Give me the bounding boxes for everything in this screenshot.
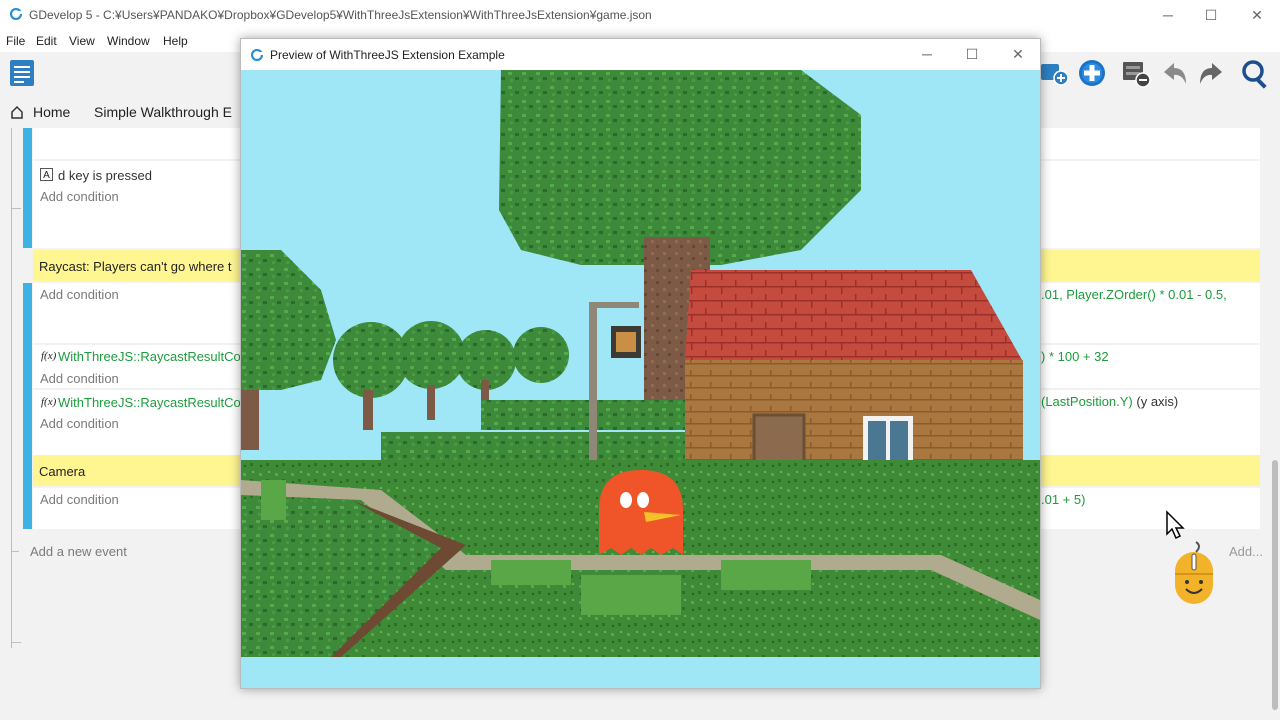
search-icon[interactable] [1240,58,1272,90]
add-condition-link[interactable]: Add condition [40,371,119,386]
comment-camera[interactable]: Camera [33,455,240,486]
function-icon: f(x) [41,396,57,408]
tree-line [11,128,12,648]
app-titlebar: GDevelop 5 - C:¥Users¥PANDAKO¥Dropbox¥GD… [0,0,1280,30]
tree-line [11,208,21,209]
maximize-button[interactable]: ☐ [1200,5,1222,25]
comment-camera-continued [1041,455,1260,486]
home-icon [11,105,23,119]
app-title: GDevelop 5 - C:¥Users¥PANDAKO¥Dropbox¥GD… [29,8,652,22]
tab-scene[interactable]: Simple Walkthrough E [94,104,232,120]
comment-raycast[interactable]: Raycast: Players can't go where t [33,250,240,281]
undo-icon[interactable] [1160,58,1190,88]
condition-raycast-2[interactable]: WithThreeJS::RaycastResultCo [58,395,241,410]
action-text-3[interactable]: (LastPosition.Y) (y axis) [1041,394,1178,409]
event-bar[interactable] [23,128,32,248]
event-cell [33,128,240,159]
preview-title: Preview of WithThreeJS Extension Example [270,48,505,62]
tab-home[interactable]: Home [33,104,70,120]
condition-raycast-1[interactable]: WithThreeJS::RaycastResultCo [58,349,241,364]
gdevelop-logo-icon [10,8,22,20]
function-icon: f(x) [41,350,57,362]
preview-close-button[interactable]: ✕ [1007,44,1029,64]
mouse-mascot-icon [1175,541,1213,604]
project-manager-icon[interactable] [8,58,36,88]
mouse-cursor-icon [1166,510,1185,540]
menu-help[interactable]: Help [163,34,188,48]
add-new-event-button[interactable]: Add a new event [30,544,127,559]
preview-window: Preview of WithThreeJS Extension Example… [240,38,1041,689]
delete-event-icon[interactable] [1121,58,1153,88]
action-text-2[interactable]: ) * 100 + 32 [1041,349,1109,364]
add-condition-link[interactable]: Add condition [40,189,119,204]
close-button[interactable]: ✕ [1246,5,1268,25]
minimize-button[interactable]: ─ [1157,5,1179,25]
menu-window[interactable]: Window [107,34,150,48]
game-scene[interactable] [241,70,1040,657]
add-event-icon[interactable] [1041,58,1071,88]
event-bar[interactable] [23,488,32,529]
action-text-4[interactable]: .01 + 5) [1041,492,1085,507]
add-subevent-icon[interactable] [1077,58,1107,88]
menu-view[interactable]: View [69,34,95,48]
preview-maximize-button[interactable]: ☐ [961,44,983,64]
preview-titlebar: Preview of WithThreeJS Extension Example… [241,39,1040,70]
tree-line [11,642,21,643]
scrollbar-thumb[interactable] [1272,460,1278,710]
action-text-3-expression: (LastPosition.Y) [1041,394,1133,409]
tree-line [11,551,19,552]
comment-camera-text: Camera [39,464,86,479]
add-condition-link[interactable]: Add condition [40,416,119,431]
event-actions-cell [1041,161,1260,248]
add-condition-link[interactable]: Add condition [40,492,119,507]
add-condition-link[interactable]: Add condition [40,287,119,302]
action-text-1[interactable]: .01, Player.ZOrder() * 0.01 - 0.5, [1041,287,1227,302]
comment-raycast-continued [1041,250,1260,281]
event-actions-cell [1041,128,1260,159]
add-menu-button[interactable]: Add... [1229,544,1263,559]
keyboard-key-icon: A [40,168,53,181]
condition-key-pressed[interactable]: d key is pressed [58,168,152,183]
menu-edit[interactable]: Edit [36,34,57,48]
player-ghost [599,470,683,555]
gdevelop-logo-icon [251,49,263,61]
action-text-3-comment: (y axis) [1132,394,1179,409]
menu-file[interactable]: File [6,34,25,48]
comment-raycast-text: Raycast: Players can't go where t [39,259,232,274]
redo-icon[interactable] [1196,58,1226,88]
preview-minimize-button[interactable]: ─ [916,44,938,64]
